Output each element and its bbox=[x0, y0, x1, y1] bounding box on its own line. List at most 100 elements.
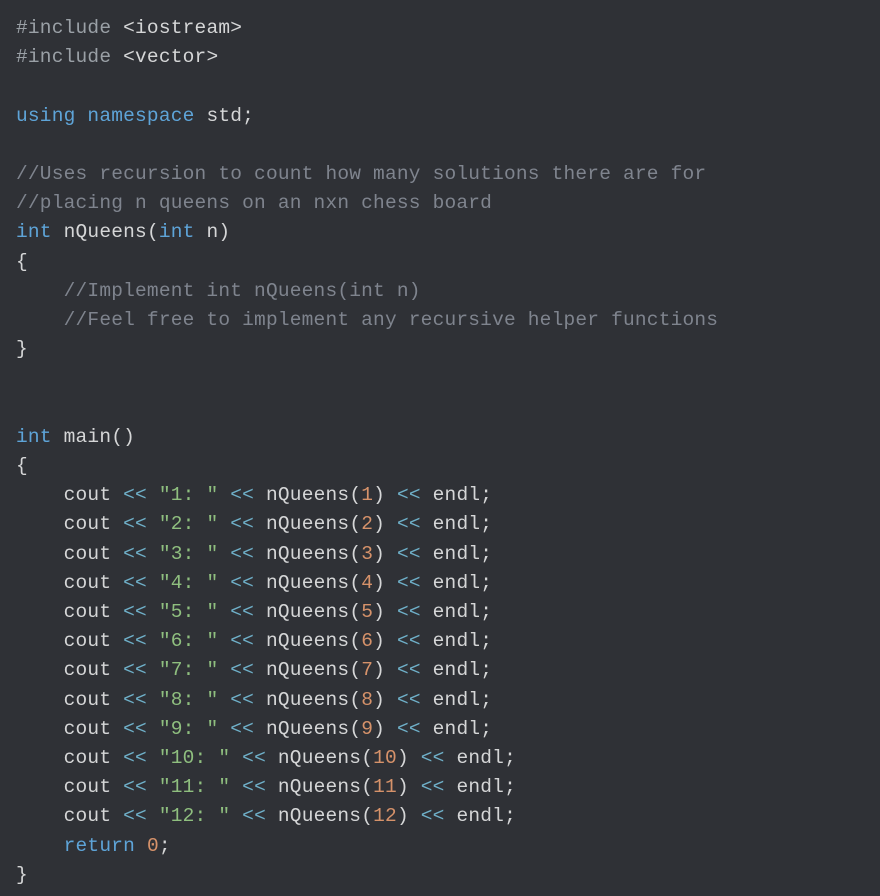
call-nqueens: nQueens bbox=[266, 572, 349, 594]
keyword-int: int bbox=[159, 221, 195, 243]
call-nqueens: nQueens bbox=[266, 659, 349, 681]
identifier-cout: cout bbox=[64, 601, 112, 623]
numeric-literal: 11 bbox=[373, 776, 397, 798]
operator-insert: << bbox=[397, 659, 421, 681]
identifier-cout: cout bbox=[64, 659, 112, 681]
string-literal: "5: " bbox=[159, 601, 219, 623]
keyword-namespace: namespace bbox=[87, 105, 194, 127]
identifier-cout: cout bbox=[64, 572, 112, 594]
string-literal: "3: " bbox=[159, 543, 219, 565]
punct-rparen: ) bbox=[123, 426, 135, 448]
identifier-endl: endl bbox=[456, 747, 504, 769]
identifier-endl: endl bbox=[433, 543, 481, 565]
punct-rparen: ) bbox=[373, 572, 385, 594]
operator-insert: << bbox=[230, 484, 254, 506]
numeric-literal: 3 bbox=[361, 543, 373, 565]
call-nqueens: nQueens bbox=[266, 513, 349, 535]
string-literal: "8: " bbox=[159, 689, 219, 711]
call-nqueens: nQueens bbox=[266, 689, 349, 711]
string-literal: "6: " bbox=[159, 630, 219, 652]
operator-insert: << bbox=[123, 601, 147, 623]
call-nqueens: nQueens bbox=[266, 543, 349, 565]
operator-insert: << bbox=[397, 513, 421, 535]
punct-lparen: ( bbox=[349, 484, 361, 506]
operator-insert: << bbox=[123, 689, 147, 711]
identifier-endl: endl bbox=[433, 689, 481, 711]
punct-semicolon: ; bbox=[480, 513, 492, 535]
identifier-cout: cout bbox=[64, 747, 112, 769]
punct-semicolon: ; bbox=[480, 572, 492, 594]
identifier-cout: cout bbox=[64, 776, 112, 798]
operator-insert: << bbox=[230, 630, 254, 652]
punct-semicolon: ; bbox=[504, 747, 516, 769]
punct-lbrace: { bbox=[16, 455, 28, 477]
keyword-return: return bbox=[64, 835, 135, 857]
punct-rparen: ) bbox=[397, 747, 409, 769]
punct-lparen: ( bbox=[111, 426, 123, 448]
operator-insert: << bbox=[230, 572, 254, 594]
punct-rparen: ) bbox=[218, 221, 230, 243]
string-literal: "1: " bbox=[159, 484, 219, 506]
operator-insert: << bbox=[421, 776, 445, 798]
punct-lparen: ( bbox=[361, 776, 373, 798]
identifier-endl: endl bbox=[456, 805, 504, 827]
operator-insert: << bbox=[123, 630, 147, 652]
literal-zero: 0 bbox=[147, 835, 159, 857]
identifier-endl: endl bbox=[433, 484, 481, 506]
operator-insert: << bbox=[230, 513, 254, 535]
string-literal: "2: " bbox=[159, 513, 219, 535]
string-literal: "7: " bbox=[159, 659, 219, 681]
punct-semicolon: ; bbox=[504, 776, 516, 798]
identifier-cout: cout bbox=[64, 484, 112, 506]
identifier-endl: endl bbox=[433, 513, 481, 535]
operator-insert: << bbox=[242, 747, 266, 769]
punct-semicolon: ; bbox=[480, 718, 492, 740]
operator-insert: << bbox=[397, 572, 421, 594]
operator-insert: << bbox=[397, 484, 421, 506]
operator-insert: << bbox=[421, 747, 445, 769]
keyword-int: int bbox=[16, 221, 52, 243]
identifier-endl: endl bbox=[433, 572, 481, 594]
punct-lparen: ( bbox=[349, 718, 361, 740]
function-nqueens: nQueens bbox=[64, 221, 147, 243]
punct-lparen: ( bbox=[349, 513, 361, 535]
punct-semicolon: ; bbox=[480, 484, 492, 506]
operator-insert: << bbox=[242, 805, 266, 827]
punct-semicolon: ; bbox=[480, 659, 492, 681]
call-nqueens: nQueens bbox=[266, 630, 349, 652]
identifier-cout: cout bbox=[64, 689, 112, 711]
string-literal: "4: " bbox=[159, 572, 219, 594]
numeric-literal: 9 bbox=[361, 718, 373, 740]
preprocessor-directive: #include bbox=[16, 17, 111, 39]
operator-insert: << bbox=[230, 689, 254, 711]
include-header: <vector> bbox=[123, 46, 218, 68]
punct-semicolon: ; bbox=[480, 689, 492, 711]
identifier-endl: endl bbox=[456, 776, 504, 798]
comment-line: //placing n queens on an nxn chess board bbox=[16, 192, 492, 214]
operator-insert: << bbox=[421, 805, 445, 827]
function-main: main bbox=[64, 426, 112, 448]
comment-line: //Feel free to implement any recursive h… bbox=[64, 309, 719, 331]
identifier-std: std bbox=[206, 105, 242, 127]
identifier-n: n bbox=[206, 221, 218, 243]
preprocessor-directive: #include bbox=[16, 46, 111, 68]
numeric-literal: 10 bbox=[373, 747, 397, 769]
operator-insert: << bbox=[397, 630, 421, 652]
punct-lparen: ( bbox=[349, 601, 361, 623]
punct-semicolon: ; bbox=[159, 835, 171, 857]
string-literal: "11: " bbox=[159, 776, 230, 798]
comment-line: //Uses recursion to count how many solut… bbox=[16, 163, 706, 185]
identifier-endl: endl bbox=[433, 718, 481, 740]
punct-lparen: ( bbox=[349, 659, 361, 681]
operator-insert: << bbox=[123, 805, 147, 827]
numeric-literal: 2 bbox=[361, 513, 373, 535]
punct-lbrace: { bbox=[16, 251, 28, 273]
identifier-endl: endl bbox=[433, 630, 481, 652]
operator-insert: << bbox=[397, 543, 421, 565]
identifier-cout: cout bbox=[64, 513, 112, 535]
identifier-endl: endl bbox=[433, 601, 481, 623]
operator-insert: << bbox=[123, 572, 147, 594]
include-header: <iostream> bbox=[123, 17, 242, 39]
punct-rparen: ) bbox=[397, 805, 409, 827]
punct-lparen: ( bbox=[361, 747, 373, 769]
